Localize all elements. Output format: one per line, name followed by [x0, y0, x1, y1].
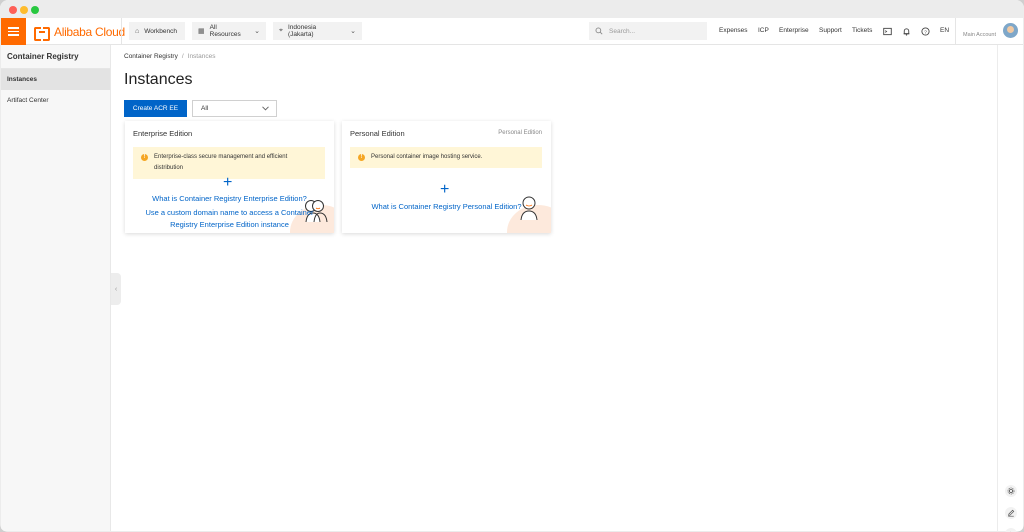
edition-tag: Personal Edition [498, 130, 542, 136]
notice-text: Enterprise-class secure management and e… [154, 154, 288, 171]
breadcrumb-parent-link[interactable]: Container Registry [124, 53, 178, 60]
add-instance-icon[interactable]: + [223, 175, 232, 191]
language-switcher[interactable]: EN [940, 27, 949, 34]
sidebar-item-artifact-center[interactable]: Artifact Center [1, 90, 110, 111]
page-title: Instances [124, 71, 193, 88]
icp-link[interactable]: ICP [758, 27, 769, 34]
custom-domain-link[interactable]: Use a custom domain name to access a Con… [139, 207, 320, 231]
region-selector[interactable]: ⌖ Indonesia (Jakarta) ⌄ [273, 22, 362, 40]
bell-icon[interactable] [901, 26, 911, 36]
enterprise-link[interactable]: Enterprise [779, 27, 809, 34]
chevron-down-icon: ⌄ [254, 28, 260, 35]
minimize-window-button[interactable] [20, 6, 28, 14]
workbench-label: Workbench [144, 27, 177, 35]
chevron-down-icon [262, 106, 269, 111]
card-title: Personal Edition [350, 129, 405, 138]
search-placeholder: Search... [609, 27, 636, 35]
tickets-link[interactable]: Tickets [852, 27, 872, 34]
hamburger-menu-icon[interactable] [1, 18, 26, 45]
location-icon: ⌖ [279, 27, 283, 34]
warning-icon: ! [141, 154, 148, 161]
workbench-button[interactable]: ⌂ Workbench [129, 22, 185, 40]
card-title: Enterprise Edition [133, 129, 193, 138]
browser-window: Alibaba Cloud ⌂ Workbench ▦ All Resource… [0, 0, 1024, 532]
edit-icon[interactable] [1005, 507, 1017, 519]
alibaba-cloud-logo[interactable]: Alibaba Cloud [34, 24, 125, 41]
all-resources-label: All Resources [209, 24, 241, 38]
notice-text: Personal container image hosting service… [371, 154, 483, 160]
maximize-window-button[interactable] [31, 6, 39, 14]
instance-filter-select[interactable]: All [192, 100, 277, 117]
chevron-down-icon: ⌄ [350, 28, 356, 35]
help-icon[interactable]: ? [920, 26, 930, 36]
add-instance-icon[interactable]: + [440, 182, 449, 198]
region-label: Indonesia (Jakarta) [287, 24, 317, 38]
breadcrumb-separator: / [181, 53, 184, 60]
settings-icon[interactable] [1005, 485, 1017, 497]
divider [121, 18, 122, 45]
support-link[interactable]: Support [819, 27, 842, 34]
expenses-link[interactable]: Expenses [719, 27, 748, 34]
avatar[interactable] [1003, 23, 1018, 38]
search-icon [595, 27, 603, 35]
svg-text:?: ? [924, 29, 927, 35]
expand-icon[interactable] [1005, 528, 1017, 532]
logo-text: Alibaba Cloud [54, 25, 125, 39]
breadcrumb: Container Registry / Instances [124, 53, 215, 60]
breadcrumb-current: Instances [187, 53, 216, 60]
terminal-icon[interactable] [882, 26, 892, 36]
main-content: Container Registry / Instances Instances… [111, 45, 997, 531]
sidebar-item-instances[interactable]: Instances [1, 69, 110, 90]
right-tool-rail [997, 45, 1023, 532]
console-app: Alibaba Cloud ⌂ Workbench ▦ All Resource… [1, 18, 1023, 532]
grid-icon: ▦ [198, 28, 205, 35]
close-window-button[interactable] [9, 6, 17, 14]
create-acr-ee-button[interactable]: Create ACR EE [124, 100, 187, 117]
window-titlebar [0, 0, 1024, 18]
logo-mark-icon [34, 27, 50, 41]
info-notice: ! Personal container image hosting servi… [350, 147, 542, 168]
all-resources-dropdown[interactable]: ▦ All Resources ⌄ [192, 22, 266, 40]
account-label[interactable]: Main Account [963, 32, 996, 38]
search-input[interactable]: Search... [589, 22, 707, 40]
warning-icon: ! [358, 154, 365, 161]
filter-selected-value: All [201, 105, 209, 112]
product-sidebar: Container Registry Instances Artifact Ce… [1, 45, 111, 531]
enterprise-edition-info-link[interactable]: What is Container Registry Enterprise Ed… [125, 193, 334, 205]
enterprise-edition-card: Enterprise Edition ! Enterprise-class se… [125, 121, 334, 233]
personal-edition-info-link[interactable]: What is Container Registry Personal Edit… [342, 201, 551, 213]
divider [955, 18, 956, 45]
personal-edition-card: Personal Edition Personal Edition ! Pers… [342, 121, 551, 233]
top-navigation-bar: Alibaba Cloud ⌂ Workbench ▦ All Resource… [1, 18, 1023, 45]
home-icon: ⌂ [135, 27, 140, 35]
sidebar-title: Container Registry [1, 45, 110, 69]
